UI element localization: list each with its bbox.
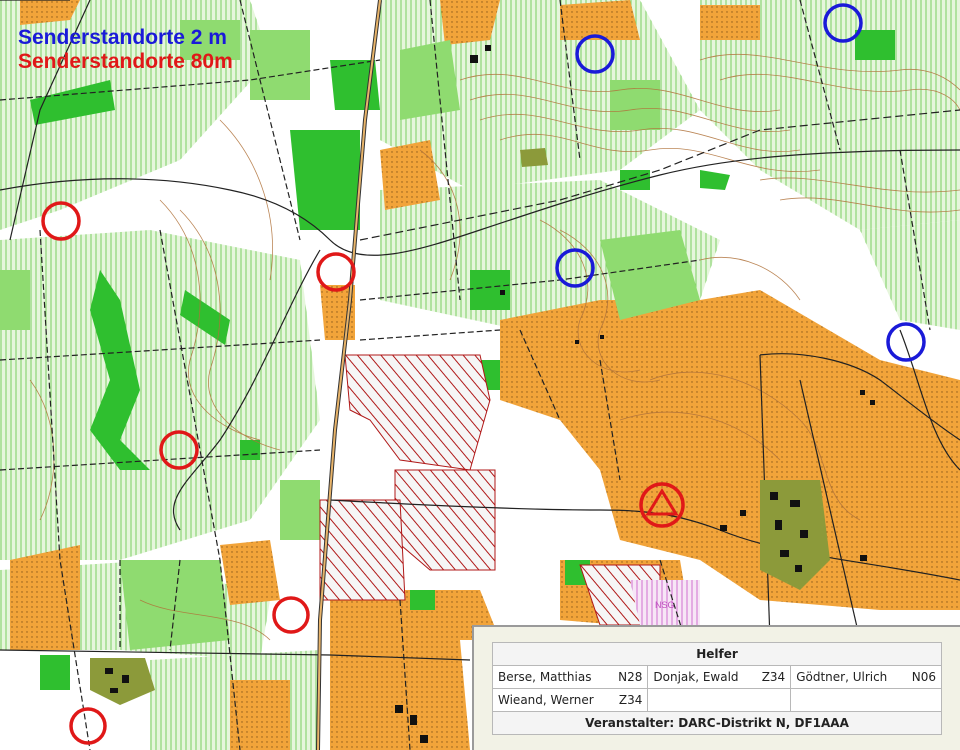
legend-80m: Senderstandorte 80m (18, 50, 233, 73)
legend-2m: Senderstandorte 2 m (18, 26, 227, 49)
helper-cell: Wieand, Werner Z34 (491, 688, 649, 712)
helper-cell: Gödtner, Ulrich N06 (790, 665, 942, 689)
helper-cell: Berse, Matthias N28 (491, 665, 649, 689)
helper-cell (647, 688, 792, 712)
table-row: Berse, Matthias N28 Donjak, Ewald Z34 Gödt… (491, 665, 942, 689)
map-legend: Senderstandorte 2 m Senderstandorte 80m (18, 26, 233, 74)
table-row: Wieand, Werner Z34 (491, 688, 942, 712)
helpers-title: Helfer (492, 642, 942, 666)
helper-cell (790, 688, 942, 712)
helpers-table: Helfer Berse, Matthias N28 Donjak, Ewald Z… (491, 642, 942, 735)
nature-reserve-label: NSG (655, 600, 675, 610)
helper-cell: Donjak, Ewald Z34 (647, 665, 792, 689)
info-panel: Helfer Berse, Matthias N28 Donjak, Ewald Z… (472, 625, 960, 750)
organizer-line: Veranstalter: DARC-Distrikt N, DF1AAA (492, 711, 942, 735)
